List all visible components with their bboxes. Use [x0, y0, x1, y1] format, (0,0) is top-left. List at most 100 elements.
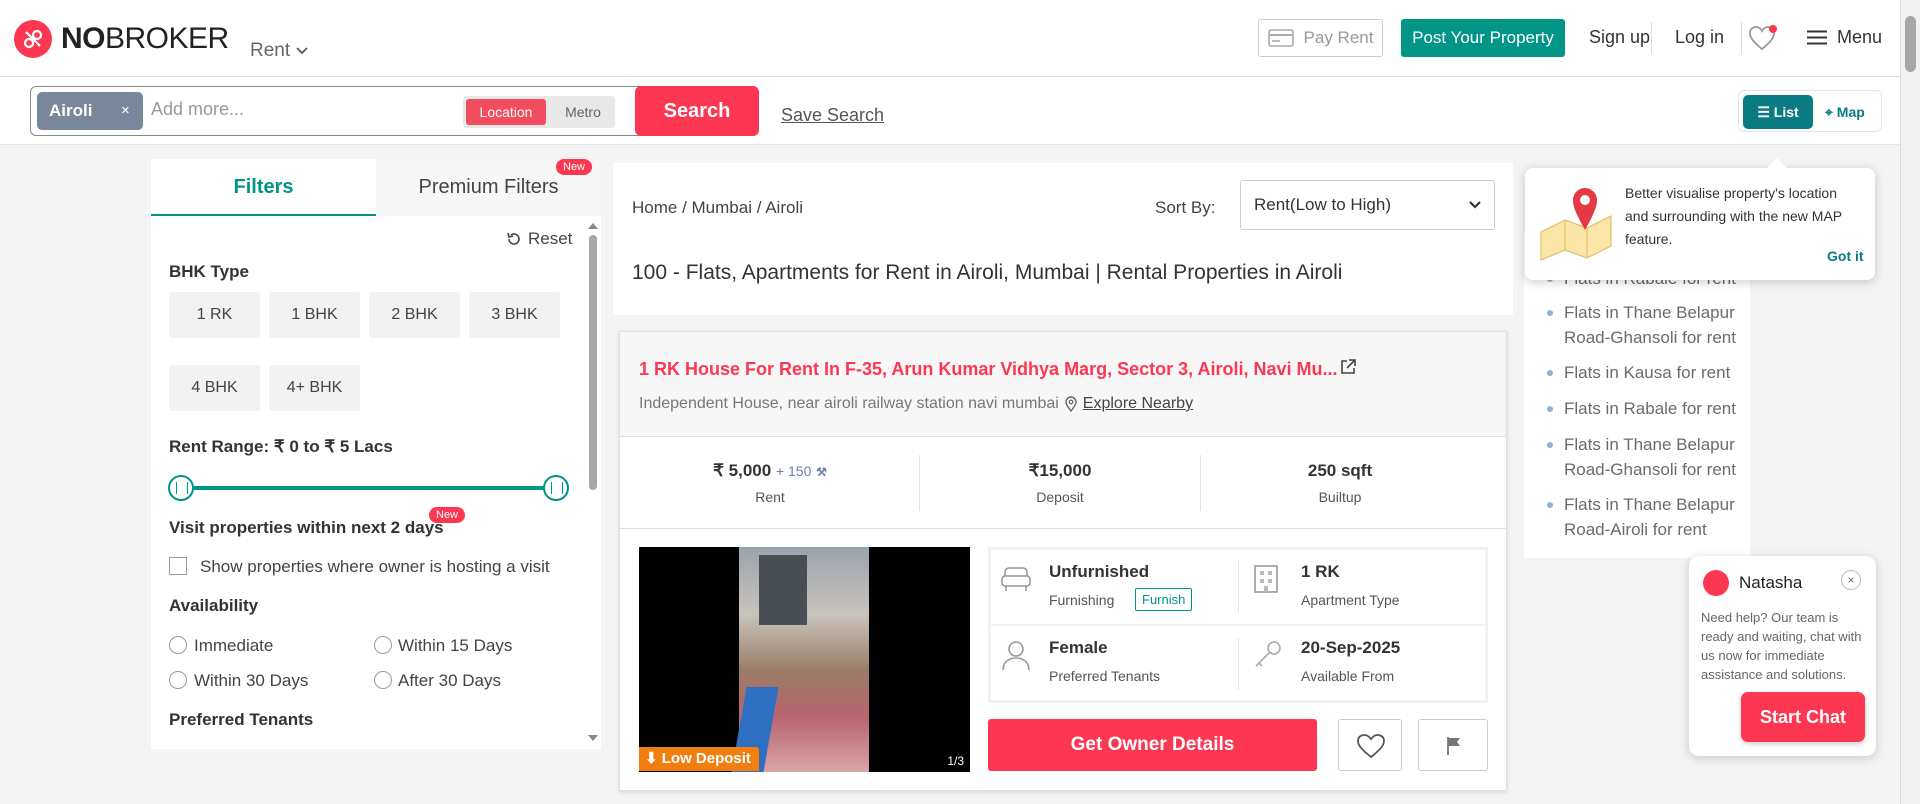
photo-counter: 1/3: [947, 754, 964, 768]
nobroker-logo[interactable]: NOBROKER: [14, 20, 229, 58]
property-stats: ₹ 5,000 + 150 ⚒ Rent ₹15,000 Deposit 250…: [620, 437, 1506, 529]
available-from-label: Available From: [1301, 668, 1395, 684]
details-divider: [1238, 638, 1239, 690]
related-link[interactable]: Flats in Thane Belapur Road-Ghansoli for…: [1547, 432, 1744, 482]
breadcrumb[interactable]: Home / Mumbai / Airoli: [632, 198, 803, 218]
availability-within-30: Within 30 Days: [194, 671, 309, 690]
radio-within-30-days[interactable]: [169, 671, 187, 689]
scroll-down-icon[interactable]: [587, 733, 599, 743]
radio-immediate[interactable]: [169, 636, 187, 654]
filter-tabs: Filters Premium Filters: [151, 159, 601, 216]
external-link-icon[interactable]: [1339, 358, 1357, 376]
radio-within-15-days[interactable]: [374, 636, 392, 654]
bhk-option-3bhk[interactable]: 3 BHK: [469, 292, 560, 338]
rent-range-track[interactable]: [181, 486, 557, 490]
chevron-down-icon: [296, 47, 308, 55]
location-pin-icon: [1065, 396, 1077, 412]
related-link[interactable]: Flats in Kausa for rent: [1547, 360, 1744, 385]
bhk-option-4plus-bhk[interactable]: 4+ BHK: [269, 365, 360, 411]
rent-dropdown-label: Rent: [250, 40, 291, 61]
bhk-option-4bhk[interactable]: 4 BHK: [169, 365, 260, 411]
pay-rent-button[interactable]: Pay Rent: [1258, 19, 1383, 57]
owner-visit-checkbox[interactable]: [169, 557, 187, 575]
location-chip[interactable]: Airoli ×: [37, 92, 143, 130]
rent-value: ₹ 5,000 + 150 ⚒: [713, 461, 827, 480]
got-it-button[interactable]: Got it: [1827, 248, 1864, 264]
credit-card-icon: [1267, 29, 1294, 47]
search-input[interactable]: [151, 99, 451, 120]
save-search-link[interactable]: Save Search: [781, 105, 884, 126]
key-icon: [1255, 641, 1281, 667]
hamburger-icon: [1807, 30, 1827, 45]
map-view-button[interactable]: ⌖ Map: [1825, 95, 1865, 129]
page-scrollbar[interactable]: [1900, 0, 1920, 804]
toggle-metro[interactable]: Metro: [555, 99, 611, 125]
reset-label: Reset: [528, 229, 573, 248]
bhk-option-2bhk[interactable]: 2 BHK: [369, 292, 460, 338]
bhk-option-1bhk[interactable]: 1 BHK: [269, 292, 360, 338]
deposit-stat: ₹15,000 Deposit: [920, 437, 1200, 529]
availability-after-30: After 30 Days: [398, 671, 501, 690]
filters-scroll-thumb[interactable]: [589, 235, 597, 490]
start-chat-button[interactable]: Start Chat: [1741, 692, 1865, 742]
location-chip-label: Airoli: [49, 101, 93, 120]
map-feature-tooltip: Better visualise property's location and…: [1525, 158, 1875, 280]
property-title-link[interactable]: 1 RK House For Rent In F-35, Arun Kumar …: [639, 359, 1337, 380]
list-view-button[interactable]: ☰ List: [1743, 95, 1813, 129]
rent-range-min-handle[interactable]: [168, 475, 194, 501]
apartment-type-label: Apartment Type: [1301, 592, 1400, 608]
rent-range-max-handle[interactable]: [543, 475, 569, 501]
logo-text: NOBROKER: [61, 22, 229, 55]
available-from-value: 20-Sep-2025: [1301, 638, 1401, 657]
sort-select[interactable]: Rent(Low to High): [1240, 180, 1495, 230]
menu-label: Menu: [1837, 27, 1883, 47]
signup-link[interactable]: Sign up: [1589, 27, 1650, 48]
shortlist-button[interactable]: [1338, 719, 1402, 771]
property-photo[interactable]: ⬇ Low Deposit 1/3: [639, 547, 970, 772]
explore-nearby-link[interactable]: Explore Nearby: [1083, 395, 1193, 413]
apartment-type-value: 1 RK: [1301, 562, 1340, 581]
toggle-location[interactable]: Location: [466, 99, 546, 125]
scroll-up-icon[interactable]: [587, 221, 599, 231]
tag-icon: ⬇: [645, 750, 662, 767]
related-link[interactable]: Flats in Thane Belapur Road-Airoli for r…: [1547, 492, 1744, 542]
building-icon: [1254, 565, 1278, 593]
room-window: [759, 555, 807, 625]
page-scroll-thumb[interactable]: [1905, 16, 1916, 72]
get-owner-details-button[interactable]: Get Owner Details: [988, 719, 1317, 771]
tab-filters[interactable]: Filters: [151, 159, 376, 216]
rent-dropdown[interactable]: Rent: [250, 40, 308, 62]
reset-button[interactable]: Reset: [506, 229, 572, 249]
close-icon[interactable]: ×: [1841, 570, 1861, 590]
radio-after-30-days[interactable]: [374, 671, 392, 689]
filters-scrollbar[interactable]: [587, 221, 599, 746]
rent-range-label: Rent Range: ₹ 0 to ₹ 5 Lacs: [169, 437, 393, 456]
property-subtitle: Independent House, near airoli railway s…: [639, 395, 1193, 413]
search-button[interactable]: Search: [635, 86, 759, 136]
availability-immediate: Immediate: [194, 636, 274, 655]
list-icon: ☰: [1757, 104, 1774, 120]
post-property-button[interactable]: Post Your Property: [1401, 19, 1565, 57]
related-link[interactable]: Flats in Thane Belapur Road-Ghansoli for…: [1547, 300, 1744, 350]
tooltip-arrow: [1767, 158, 1787, 168]
availability-label: Availability: [169, 596, 259, 615]
menu-button[interactable]: Menu: [1807, 27, 1882, 48]
header-divider: [1651, 22, 1652, 54]
furnish-tag[interactable]: Furnish: [1135, 588, 1193, 611]
shortlist-heart-icon[interactable]: [1748, 25, 1778, 56]
tenants-label: Preferred Tenants: [1049, 668, 1161, 684]
owner-visit-label: Show properties where owner is hosting a…: [200, 557, 550, 576]
bhk-option-1rk[interactable]: 1 RK: [169, 292, 260, 338]
login-link[interactable]: Log in: [1675, 27, 1724, 48]
new-badge: New: [429, 507, 466, 523]
agent-name: Natasha: [1739, 573, 1803, 592]
related-link[interactable]: Flats in Rabale for rent: [1547, 396, 1744, 421]
map-illustration-icon: [1540, 188, 1612, 261]
header-divider: [1741, 22, 1742, 54]
chip-remove-icon[interactable]: ×: [121, 102, 130, 119]
tenants-value: Female: [1049, 638, 1108, 657]
rent-label: Rent: [755, 489, 785, 505]
pay-rent-label: Pay Rent: [1303, 28, 1374, 47]
reset-icon: [507, 232, 520, 245]
report-button[interactable]: [1418, 719, 1488, 771]
